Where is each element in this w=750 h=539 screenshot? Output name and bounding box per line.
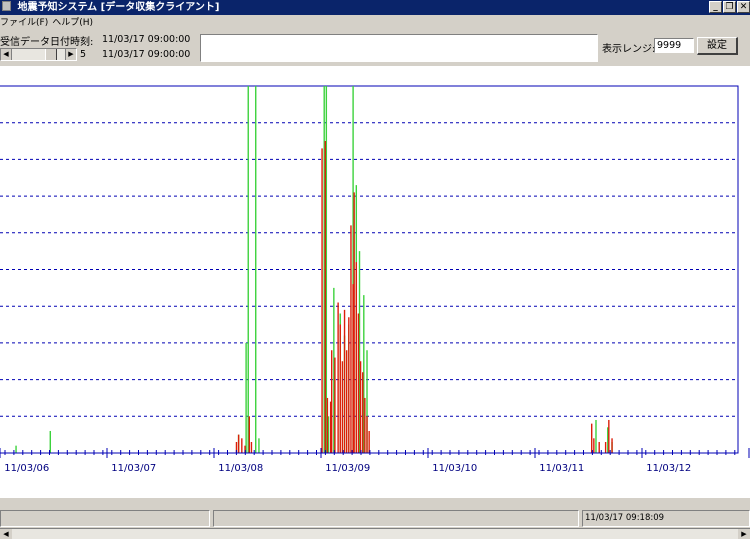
status-time: 11/03/17 09:18:09 [585, 513, 665, 523]
received-time-value: 11/03/17 09:00:00 [102, 34, 191, 45]
title-bar: 地震予知システム [データ収集クライアント] _ ❐ ✕ [0, 0, 750, 15]
slider-time-value: 11/03/17 09:00:00 [102, 49, 191, 60]
status-pane-2 [213, 510, 579, 527]
x-tick-label: 11/03/09 [325, 463, 370, 474]
restore-button[interactable]: ❐ [723, 1, 736, 13]
scroll-left-icon[interactable]: ◀ [0, 529, 12, 539]
received-time-label: 受信データ日付時刻: [0, 37, 94, 48]
app-icon [2, 1, 11, 11]
slider-thumb[interactable] [45, 49, 57, 60]
slider-left-arrow-icon[interactable]: ◀ [1, 49, 12, 60]
menu-help[interactable]: ヘルプ(H) [52, 16, 97, 30]
scroll-right-icon[interactable]: ▶ [738, 529, 750, 539]
status-bar: 11/03/17 09:18:09 [0, 500, 750, 527]
display-range-label: 表示レンジ: [602, 44, 656, 55]
horizontal-scrollbar[interactable]: ◀ ▶ [0, 528, 750, 539]
x-tick-label: 11/03/08 [218, 463, 263, 474]
menu-file[interactable]: ファイル(F) [0, 16, 52, 30]
set-button[interactable]: 設定 [697, 37, 738, 55]
x-tick-label: 11/03/11 [539, 463, 584, 474]
x-tick-label: 11/03/12 [646, 463, 691, 474]
window-title: 地震予知システム [データ収集クライアント] [17, 2, 220, 13]
display-range-input[interactable] [654, 38, 694, 53]
status-pane-1 [0, 510, 210, 527]
status-pane-3: 11/03/17 09:18:09 [582, 510, 750, 527]
x-tick-label: 11/03/06 [4, 463, 49, 474]
slider-value: 5 [80, 49, 87, 60]
time-slider[interactable]: ◀ ▶ [0, 48, 77, 61]
x-tick-label: 11/03/10 [432, 463, 477, 474]
message-area [200, 34, 598, 62]
menu-bar: ファイル(F) ヘルプ(H) [0, 16, 97, 30]
slider-right-arrow-icon[interactable]: ▶ [65, 49, 76, 60]
minimize-button[interactable]: _ [709, 1, 722, 13]
x-tick-label: 11/03/07 [111, 463, 156, 474]
chart-area: 11/03/06 11/03/07 11/03/08 11/03/09 11/03/10… [0, 66, 750, 498]
close-button[interactable]: ✕ [737, 1, 750, 13]
seismic-chart: 11/03/06 11/03/07 11/03/08 11/03/09 11/03/10… [0, 85, 750, 474]
